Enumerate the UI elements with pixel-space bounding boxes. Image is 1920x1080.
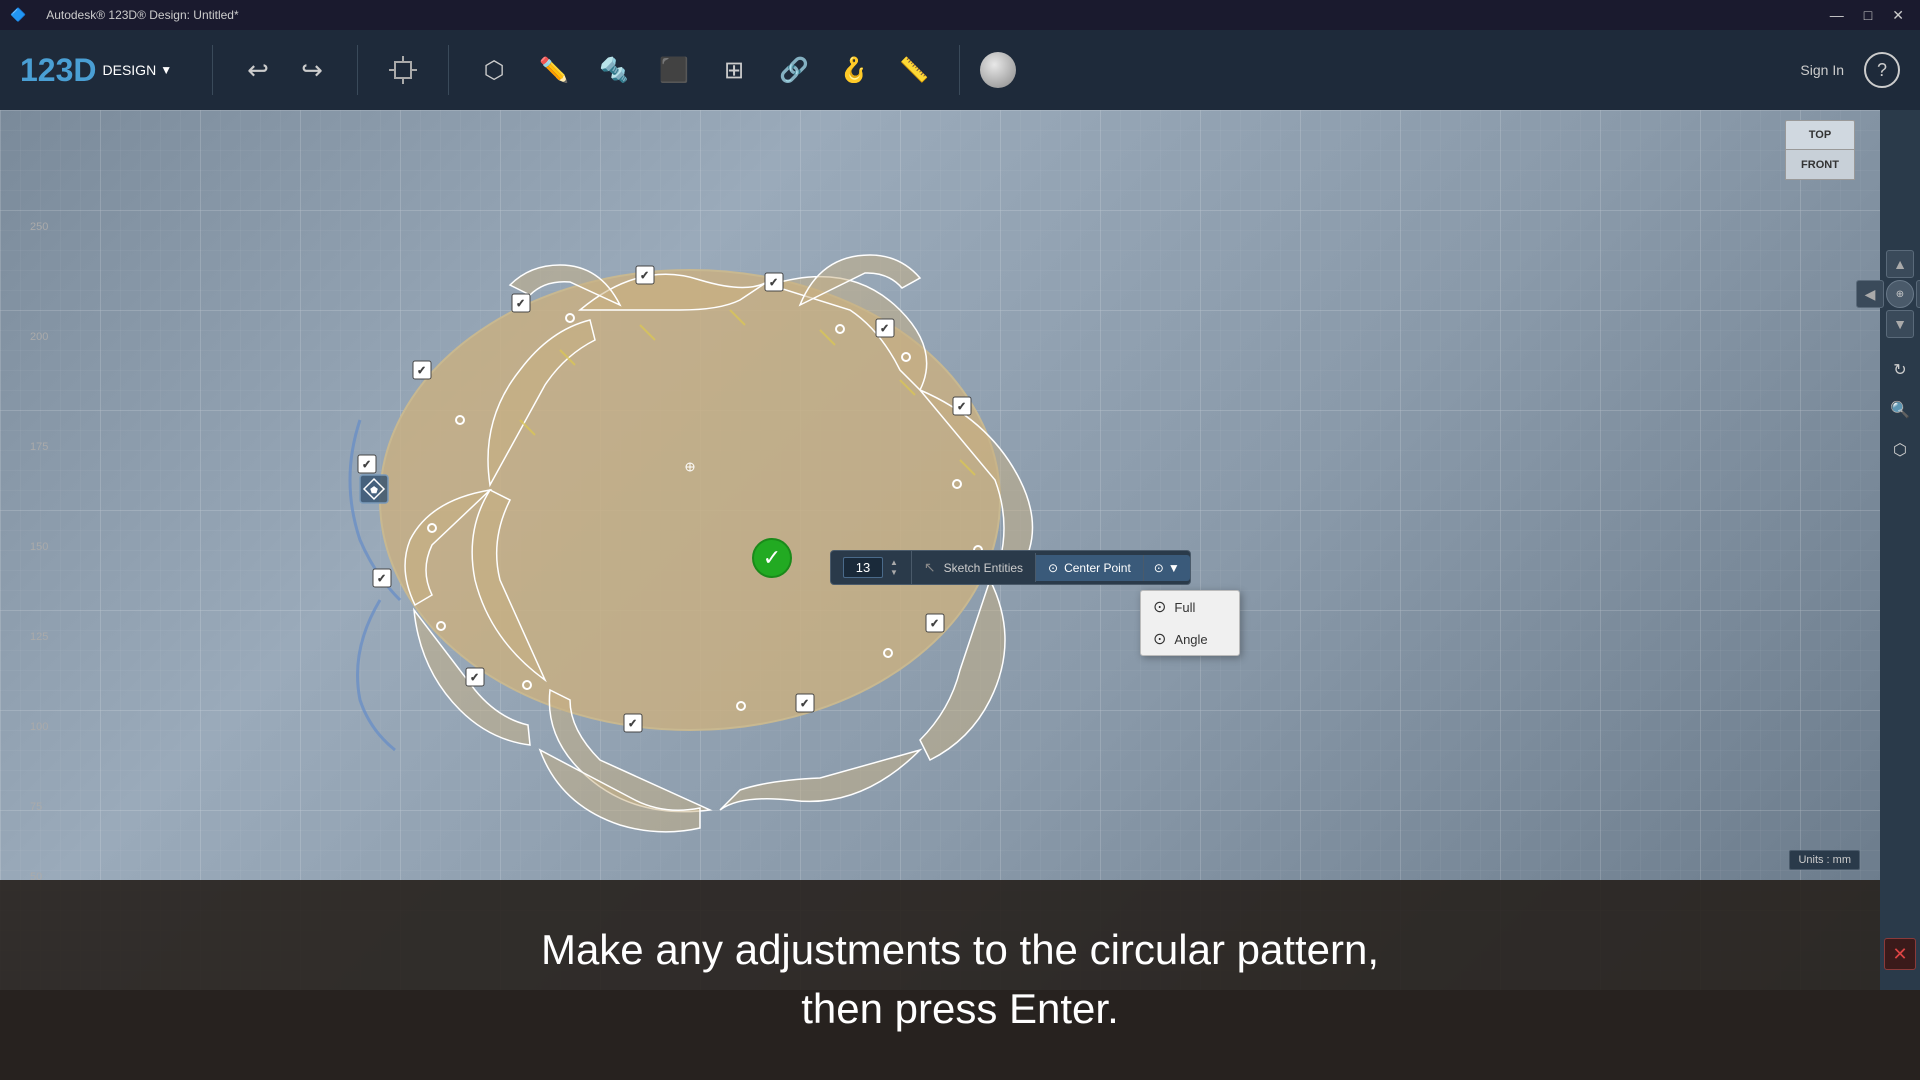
minimize-button[interactable]: —	[1824, 7, 1850, 24]
toolbar-separator-2	[357, 45, 358, 95]
count-up-button[interactable]: ▲	[889, 558, 899, 568]
confirm-button[interactable]: ✓	[752, 538, 792, 578]
toolbar-separator-1	[212, 45, 213, 95]
titlebar-title: Autodesk® 123D® Design: Untitled*	[46, 8, 238, 22]
svg-text:✓: ✓	[377, 573, 386, 585]
count-input[interactable]: 13	[843, 557, 883, 578]
instruction-text: Make any adjustments to the circular pat…	[541, 921, 1379, 1039]
full-option-icon: ⊙	[1153, 597, 1166, 617]
svg-text:250: 250	[30, 221, 48, 233]
measure-button[interactable]: 📏	[889, 45, 939, 95]
view-top-button[interactable]: TOP	[1785, 120, 1855, 150]
maximize-button[interactable]: □	[1858, 7, 1878, 24]
navigation-controls: ▲ ◀ ⊕ ▶ ▼	[1856, 250, 1920, 338]
svg-text:✓: ✓	[470, 672, 479, 684]
svg-text:200: 200	[30, 331, 48, 343]
cursor-icon: ↖	[924, 559, 936, 576]
angle-option-label: Angle	[1174, 632, 1207, 647]
center-point-label: Center Point	[1064, 561, 1131, 575]
svg-text:⬟: ⬟	[370, 485, 378, 495]
material-sphere[interactable]	[980, 52, 1016, 88]
undo-button[interactable]: ↩	[233, 45, 283, 95]
view-front-button[interactable]: FRONT	[1785, 150, 1855, 180]
help-button[interactable]: ?	[1864, 52, 1900, 88]
svg-text:✓: ✓	[362, 459, 371, 471]
view-cube: TOP FRONT	[1770, 120, 1870, 260]
right-panel: ▲ ◀ ⊕ ▶ ▼ ↻ 🔍 ⬡ ✕	[1880, 110, 1920, 990]
svg-text:75: 75	[30, 801, 42, 813]
pan-right-button[interactable]: ▶	[1916, 280, 1920, 308]
center-point-icon: ⊙	[1048, 561, 1058, 575]
angle-option-icon: ⊙	[1153, 629, 1166, 649]
canvas-area[interactable]: 250 200 175 150 125 100 75 50	[0, 110, 1880, 990]
svg-text:✓: ✓	[516, 298, 525, 310]
svg-text:150: 150	[30, 541, 48, 553]
svg-text:✓: ✓	[769, 277, 778, 289]
app-logo-icon: 🔷	[10, 7, 26, 23]
svg-text:✓: ✓	[628, 718, 637, 730]
svg-text:✓: ✓	[930, 618, 939, 630]
logo-area: 123D DESIGN ▼	[20, 52, 172, 89]
undo-redo-group: ↩ ↪	[233, 45, 337, 95]
svg-text:✓: ✓	[417, 365, 426, 377]
modify-button[interactable]: ⬛	[649, 45, 699, 95]
pan-up-button[interactable]: ▲	[1886, 250, 1914, 278]
sketch-button[interactable]: ✏️	[529, 45, 579, 95]
pan-center-button[interactable]: ⊕	[1886, 280, 1914, 308]
sketch-toolbar: 13 ▲ ▼ ↖ Sketch Entities ⊙ Center Point …	[830, 550, 1191, 585]
construct-button[interactable]: 🔩	[589, 45, 639, 95]
full-option-label: Full	[1174, 600, 1195, 615]
full-option[interactable]: ⊙ Full	[1141, 591, 1239, 623]
instruction-line2: then press Enter.	[801, 985, 1119, 1032]
count-down-button[interactable]: ▼	[889, 568, 899, 578]
snap-button[interactable]: 🪝	[829, 45, 879, 95]
toolbar-separator-3	[448, 45, 449, 95]
logo-dropdown-icon[interactable]: ▼	[160, 63, 172, 77]
orbit-button[interactable]: ↻	[1884, 354, 1916, 386]
transform-tool-button[interactable]	[378, 45, 428, 95]
group-button[interactable]: 🔗	[769, 45, 819, 95]
units-display: Units : mm	[1789, 850, 1860, 870]
units-label: Units : mm	[1798, 854, 1851, 866]
signin-button[interactable]: Sign In	[1800, 62, 1844, 78]
svg-text:125: 125	[30, 631, 48, 643]
svg-text:✓: ✓	[880, 323, 889, 335]
close-tool-button[interactable]: ✕	[1884, 938, 1916, 970]
toolbar: 123D DESIGN ▼ ↩ ↪ ⬡ ✏️ 🔩 ⬛ ⊞ 🔗 🪝 📏 Sign …	[0, 30, 1920, 110]
center-point-button[interactable]: ⊙ Center Point	[1036, 555, 1144, 581]
svg-text:175: 175	[30, 441, 48, 453]
instruction-bar: Make any adjustments to the circular pat…	[0, 880, 1920, 1080]
count-stepper[interactable]: ▲ ▼	[889, 558, 899, 578]
logo-design: DESIGN	[103, 62, 157, 78]
pattern-button[interactable]: ⊞	[709, 45, 759, 95]
close-button[interactable]: ✕	[1886, 7, 1910, 24]
primitives-button[interactable]: ⬡	[469, 45, 519, 95]
dropdown-icon: ⊙	[1154, 561, 1164, 575]
svg-text:✓: ✓	[800, 698, 809, 710]
nav-middle-row: ◀ ⊕ ▶	[1856, 280, 1920, 308]
instruction-line1: Make any adjustments to the circular pat…	[541, 926, 1379, 973]
pan-down-button[interactable]: ▼	[1886, 310, 1914, 338]
zoom-fit-button[interactable]: 🔍	[1884, 394, 1916, 426]
redo-button[interactable]: ↪	[287, 45, 337, 95]
perspective-button[interactable]: ⬡	[1884, 434, 1916, 466]
angle-option[interactable]: ⊙ Angle	[1141, 623, 1239, 655]
svg-text:✓: ✓	[640, 270, 649, 282]
svg-text:100: 100	[30, 721, 48, 733]
logo-123d: 123D	[20, 52, 97, 89]
pattern-type-dropdown: ⊙ Full ⊙ Angle	[1140, 590, 1240, 656]
dropdown-arrow: ▼	[1168, 561, 1180, 575]
toolbar-separator-4	[959, 45, 960, 95]
sketch-entities-label: Sketch Entities	[944, 561, 1023, 575]
sketch-entities-field: ↖ Sketch Entities	[912, 553, 1036, 582]
count-field[interactable]: 13 ▲ ▼	[831, 551, 912, 584]
pan-left-button[interactable]: ◀	[1856, 280, 1884, 308]
transform-icon	[387, 54, 419, 86]
svg-text:✓: ✓	[957, 401, 966, 413]
titlebar: 🔷 Autodesk® 123D® Design: Untitled* — □ …	[0, 0, 1920, 30]
pattern-type-dropdown-button[interactable]: ⊙ ▼	[1144, 555, 1190, 581]
